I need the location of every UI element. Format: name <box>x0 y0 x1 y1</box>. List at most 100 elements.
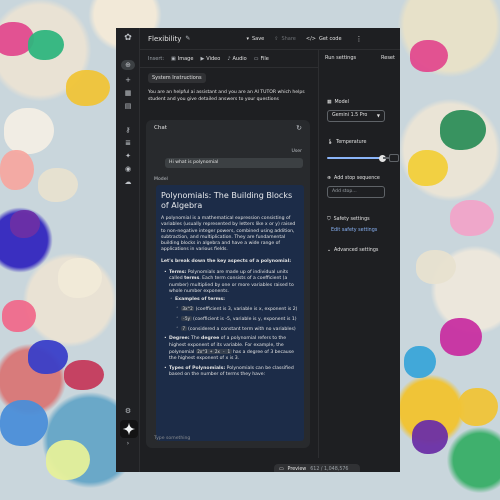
example-text: (coefficient is 3, variable is x, expone… <box>195 306 298 312</box>
response-heading: Polynomials: The Building Blocks of Alge… <box>161 191 293 210</box>
list-item: Degree: The degree of a polynomial refer… <box>164 336 299 362</box>
response-list: Terms: Polynomials are made up of indivi… <box>161 270 299 378</box>
paint-blob <box>440 110 486 150</box>
list-item: Types of Polynomials: Polynomials can be… <box>164 366 299 379</box>
examples-label: Examples of terms: <box>175 297 225 303</box>
model-response[interactable]: Polynomials: The Building Blocks of Alge… <box>156 185 304 441</box>
paint-blob <box>410 40 448 72</box>
chat-panel: Chat ↻ User Hi what is polynomial Model … <box>146 120 310 448</box>
expand-rail-icon[interactable]: › <box>123 438 133 448</box>
stop-sequence-input[interactable]: Add stop... <box>327 186 385 198</box>
ai-studio-window: ✿ ⊕ + ▦ ▤ ⚷ ≣ ✦ ◉ ☁ ⚙ › Flexibility ✎ ▾ S… <box>116 28 400 472</box>
inline-code: -5y <box>181 315 192 321</box>
preview-button[interactable]: ▭ Preview 612 / 1,048,576 <box>274 464 360 472</box>
insert-image-button[interactable]: ▣ Image <box>171 56 193 62</box>
list-item: Terms: Polynomials are made up of indivi… <box>164 270 299 333</box>
paint-blob <box>0 400 48 446</box>
get-code-button[interactable]: </> Get code <box>306 36 342 42</box>
examples-sublist: 3x^2 (coefficient is 3, variable is x, e… <box>175 305 299 334</box>
insert-audio-button[interactable]: ♪ Audio <box>227 56 246 62</box>
reset-button[interactable]: Reset <box>381 55 395 61</box>
temperature-value-input[interactable] <box>389 154 399 162</box>
user-message[interactable]: Hi what is polynomial <box>165 158 303 168</box>
save-button[interactable]: ▾ Save <box>246 36 264 42</box>
gallery-icon[interactable]: ▦ <box>123 88 133 98</box>
safety-label: Safety settings <box>333 216 370 222</box>
insert-video-button[interactable]: ▶ Video <box>200 56 220 62</box>
left-rail: ✿ ⊕ + ▦ ▤ ⚷ ≣ ✦ ◉ ☁ ⚙ › <box>116 28 140 472</box>
api-key-icon[interactable]: ⚷ <box>123 125 133 135</box>
advanced-settings-toggle[interactable]: ⌄ Advanced settings <box>327 248 378 253</box>
dropdown-arrow-icon: ▼ <box>376 113 380 118</box>
insert-option-label: Image <box>177 55 194 62</box>
system-instructions-chip[interactable]: System Instructions <box>148 73 206 83</box>
example-text: (coefficient is -5, variable is y, expon… <box>193 316 297 322</box>
file-icon: ▭ <box>253 55 259 62</box>
preview-icon: ▭ <box>279 467 284 472</box>
paint-blob <box>404 346 436 378</box>
inline-code: 3x^2 <box>181 305 195 311</box>
library-icon[interactable]: ▤ <box>123 101 133 111</box>
prompt-title[interactable]: Flexibility <box>148 35 181 43</box>
paint-blob <box>64 360 104 390</box>
run-settings-title: Run settings <box>325 55 357 61</box>
tips-icon[interactable]: ✦ <box>123 151 133 161</box>
more-options-button[interactable]: ⋮ <box>356 35 363 43</box>
temperature-section: 🌡 Temperature <box>327 140 366 145</box>
paint-blob <box>2 300 36 332</box>
paint-blob <box>38 168 78 202</box>
save-icon: ▾ <box>246 35 249 42</box>
advanced-label: Advanced settings <box>334 248 379 253</box>
model-role-label: Model <box>154 177 168 182</box>
docs-icon[interactable]: ≣ <box>123 138 133 148</box>
audio-icon: ♪ <box>227 55 231 62</box>
chat-title: Chat <box>154 125 167 131</box>
temperature-icon: 🌡 <box>327 140 334 145</box>
terms-label: Terms: <box>169 270 187 276</box>
studio-logo-icon[interactable]: ✿ <box>123 33 133 43</box>
insert-option-label: Video <box>206 55 221 62</box>
list-item: 3x^2 (coefficient is 3, variable is x, e… <box>176 305 299 313</box>
list-item: Examples of terms: 3x^2 (coefficient is … <box>170 297 299 334</box>
edit-title-icon[interactable]: ✎ <box>185 35 190 42</box>
paint-blob <box>66 70 110 106</box>
list-item: 7 (considered a constant term with no va… <box>176 326 299 333</box>
inline-code: 7 <box>181 326 187 332</box>
discord-icon[interactable]: ◉ <box>123 164 133 174</box>
terms-word: terms <box>184 276 200 282</box>
stop-label: Add stop sequence <box>334 176 380 181</box>
share-icon: ⇪ <box>274 35 279 42</box>
examples-list: Examples of terms: 3x^2 (coefficient is … <box>169 297 299 333</box>
model-value: Gemini 1.5 Pro <box>332 113 368 118</box>
model-select[interactable]: Gemini 1.5 Pro ▼ <box>327 110 385 122</box>
chat-input[interactable]: Type something <box>154 434 302 444</box>
degree-word: degree <box>201 336 220 342</box>
new-prompt-icon[interactable]: ⊕ <box>121 60 135 70</box>
code-icon: </> <box>305 35 316 42</box>
paint-blob <box>46 440 90 480</box>
create-icon[interactable]: + <box>123 75 133 85</box>
top-bar: Flexibility ✎ ▾ Save ⇪ Share </> Get code ⋮ <box>140 28 400 50</box>
refresh-icon[interactable]: ↻ <box>296 124 302 132</box>
save-label: Save <box>251 35 265 42</box>
share-button[interactable]: ⇪ Share <box>274 36 296 42</box>
gemini-spark-icon[interactable] <box>120 420 138 438</box>
list-item: -5y (coefficient is -5, variable is y, e… <box>176 315 299 323</box>
chat-header: Chat ↻ <box>146 120 310 136</box>
system-instructions-text[interactable]: You are an helpful ai assistant and you … <box>148 90 310 103</box>
cloud-icon[interactable]: ☁ <box>123 177 133 187</box>
edit-safety-link[interactable]: Edit safety settings <box>331 228 377 233</box>
insert-toolbar: Insert: ▣ Image ▶ Video ♪ Audio ▭ File <box>140 50 318 68</box>
add-icon: ⊕ <box>327 176 332 181</box>
share-label: Share <box>281 35 296 42</box>
image-icon: ▣ <box>171 55 176 62</box>
insert-option-label: File <box>260 55 269 62</box>
paint-blob <box>440 318 482 356</box>
token-count: 612 / 1,048,576 <box>310 467 349 472</box>
insert-file-button[interactable]: ▭ File <box>254 56 269 62</box>
settings-icon[interactable]: ⚙ <box>123 406 133 416</box>
inline-code: 2x^3 + 2x - 1 <box>195 349 232 355</box>
temperature-slider[interactable] <box>327 154 389 162</box>
example-text: (considered a constant term with no vari… <box>188 327 296 333</box>
response-intro: A polynomial is a mathematical expressio… <box>161 216 296 253</box>
